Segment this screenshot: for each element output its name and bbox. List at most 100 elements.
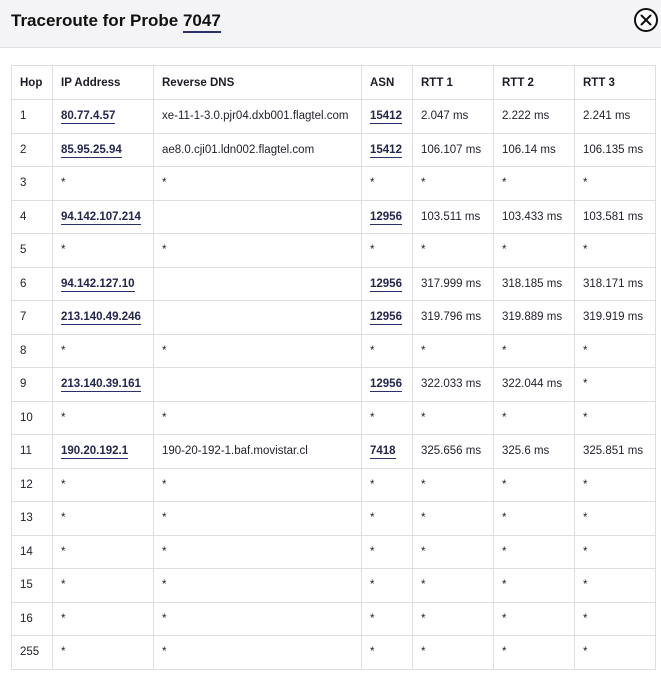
rtt2-cell: * [493, 635, 575, 670]
ip-address-cell: * [52, 501, 154, 536]
asn-link[interactable]: 12956 [370, 311, 402, 326]
table-row: 12 * * * * * * [11, 467, 656, 502]
asn-link[interactable]: 12956 [370, 378, 402, 393]
ip-address-link[interactable]: 85.95.25.94 [61, 143, 122, 158]
rtt2-cell: * [493, 501, 575, 536]
hop-cell: 1 [11, 99, 53, 134]
reverse-dns-cell [153, 300, 362, 335]
reverse-dns-cell: ae8.0.cji01.ldn002.flagtel.com [153, 132, 362, 167]
col-header-ip-address: IP Address [52, 65, 154, 100]
rtt3-cell: 325.851 ms [574, 434, 656, 469]
table-row: 16 * * * * * * [11, 601, 656, 636]
table-row: 6 94.142.127.10 12956 317.999 ms 318.185 ms 3… [11, 266, 656, 301]
rtt1-cell: * [412, 501, 494, 536]
asn-cell: * [361, 534, 413, 569]
ip-address-cell: * [52, 233, 154, 268]
ip-address-link[interactable]: 80.77.4.57 [61, 110, 116, 125]
table-row: 2 85.95.25.94 ae8.0.cji01.ldn002.flagtel.c… [11, 132, 656, 167]
hop-cell: 9 [11, 367, 53, 402]
ip-address-cell: * [52, 635, 154, 670]
asn-cell: 12956 [361, 367, 413, 402]
reverse-dns-cell [153, 367, 362, 402]
reverse-dns-cell: * [153, 635, 362, 670]
rtt2-cell: 322.044 ms [493, 367, 575, 402]
rtt2-cell: 319.889 ms [493, 300, 575, 335]
hop-cell: 8 [11, 333, 53, 368]
asn-link[interactable]: 15412 [370, 110, 402, 125]
hop-cell: 7 [11, 300, 53, 335]
hop-cell: 2 [11, 132, 53, 167]
table-row: 9 213.140.39.161 12956 322.033 ms 322.044 ms… [11, 367, 656, 402]
rtt1-cell: * [412, 400, 494, 435]
asn-cell: * [361, 400, 413, 435]
ip-address-link[interactable]: 213.140.49.246 [61, 311, 141, 326]
page-title: Traceroute for Probe 7047 [11, 10, 221, 33]
hop-cell: 15 [11, 568, 53, 603]
table-header-row: Hop IP Address Reverse DNS ASN RTT 1 RTT… [11, 65, 656, 100]
asn-cell: * [361, 233, 413, 268]
rtt2-cell: * [493, 534, 575, 569]
ip-address-link[interactable]: 213.140.39.161 [61, 378, 141, 393]
rtt2-cell: * [493, 601, 575, 636]
table-row: 15 * * * * * * [11, 568, 656, 603]
table-row: 14 * * * * * * [11, 534, 656, 569]
asn-cell: * [361, 501, 413, 536]
rtt1-cell: 106.107 ms [412, 132, 494, 167]
rtt1-cell: 317.999 ms [412, 266, 494, 301]
asn-cell: 12956 [361, 300, 413, 335]
rtt3-cell: * [574, 601, 656, 636]
ip-address-cell: 85.95.25.94 [52, 132, 154, 167]
asn-link[interactable]: 12956 [370, 277, 402, 292]
reverse-dns-cell [153, 266, 362, 301]
reverse-dns-cell: 190-20-192-1.baf.movistar.cl [153, 434, 362, 469]
asn-cell: 12956 [361, 199, 413, 234]
traceroute-table-container: Hop IP Address Reverse DNS ASN RTT 1 RTT… [11, 65, 656, 670]
table-row: 10 * * * * * * [11, 400, 656, 435]
table-body: 1 80.77.4.57 xe-11-1-3.0.pjr04.dxb001.flag… [11, 99, 656, 670]
col-header-rtt3: RTT 3 [574, 65, 656, 100]
probe-id-link[interactable]: 7047 [182, 11, 221, 33]
table-row: 7 213.140.49.246 12956 319.796 ms 319.889 ms… [11, 300, 656, 335]
rtt1-cell: * [412, 333, 494, 368]
ip-address-link[interactable]: 94.142.107.214 [61, 210, 141, 225]
rtt1-cell: 325.656 ms [412, 434, 494, 469]
rtt1-cell: * [412, 233, 494, 268]
rtt1-cell: 2.047 ms [412, 99, 494, 134]
table-row: 3 * * * * * * [11, 166, 656, 201]
table-row: 11 190.20.192.1 190-20-192-1.baf.movistar.… [11, 434, 656, 469]
rtt1-cell: 103.511 ms [412, 199, 494, 234]
reverse-dns-cell: * [153, 467, 362, 502]
ip-address-cell: * [52, 601, 154, 636]
rtt3-cell: * [574, 233, 656, 268]
col-header-reverse-dns: Reverse DNS [153, 65, 362, 100]
asn-cell: * [361, 568, 413, 603]
hop-cell: 255 [11, 635, 53, 670]
ip-address-cell: 94.142.107.214 [52, 199, 154, 234]
ip-address-cell: * [52, 400, 154, 435]
hop-cell: 14 [11, 534, 53, 569]
asn-cell: 15412 [361, 132, 413, 167]
title-prefix: Traceroute for Probe [11, 11, 179, 30]
asn-cell: 15412 [361, 99, 413, 134]
asn-cell: * [361, 601, 413, 636]
reverse-dns-cell: * [153, 568, 362, 603]
asn-cell: * [361, 467, 413, 502]
rtt3-cell: * [574, 400, 656, 435]
modal-header: Traceroute for Probe 7047 [0, 0, 661, 48]
rtt2-cell: 103.433 ms [493, 199, 575, 234]
table-row: 4 94.142.107.214 12956 103.511 ms 103.433 ms… [11, 199, 656, 234]
rtt1-cell: 322.033 ms [412, 367, 494, 402]
ip-address-cell: * [52, 467, 154, 502]
rtt3-cell: 319.919 ms [574, 300, 656, 335]
asn-link[interactable]: 12956 [370, 210, 402, 225]
hop-cell: 4 [11, 199, 53, 234]
ip-address-link[interactable]: 190.20.192.1 [61, 445, 129, 460]
hop-cell: 11 [11, 434, 53, 469]
rtt3-cell: * [574, 333, 656, 368]
reverse-dns-cell [153, 199, 362, 234]
rtt3-cell: 106.135 ms [574, 132, 656, 167]
close-button[interactable] [634, 8, 658, 32]
asn-link[interactable]: 7418 [370, 445, 396, 460]
ip-address-link[interactable]: 94.142.127.10 [61, 277, 135, 292]
asn-link[interactable]: 15412 [370, 143, 402, 158]
